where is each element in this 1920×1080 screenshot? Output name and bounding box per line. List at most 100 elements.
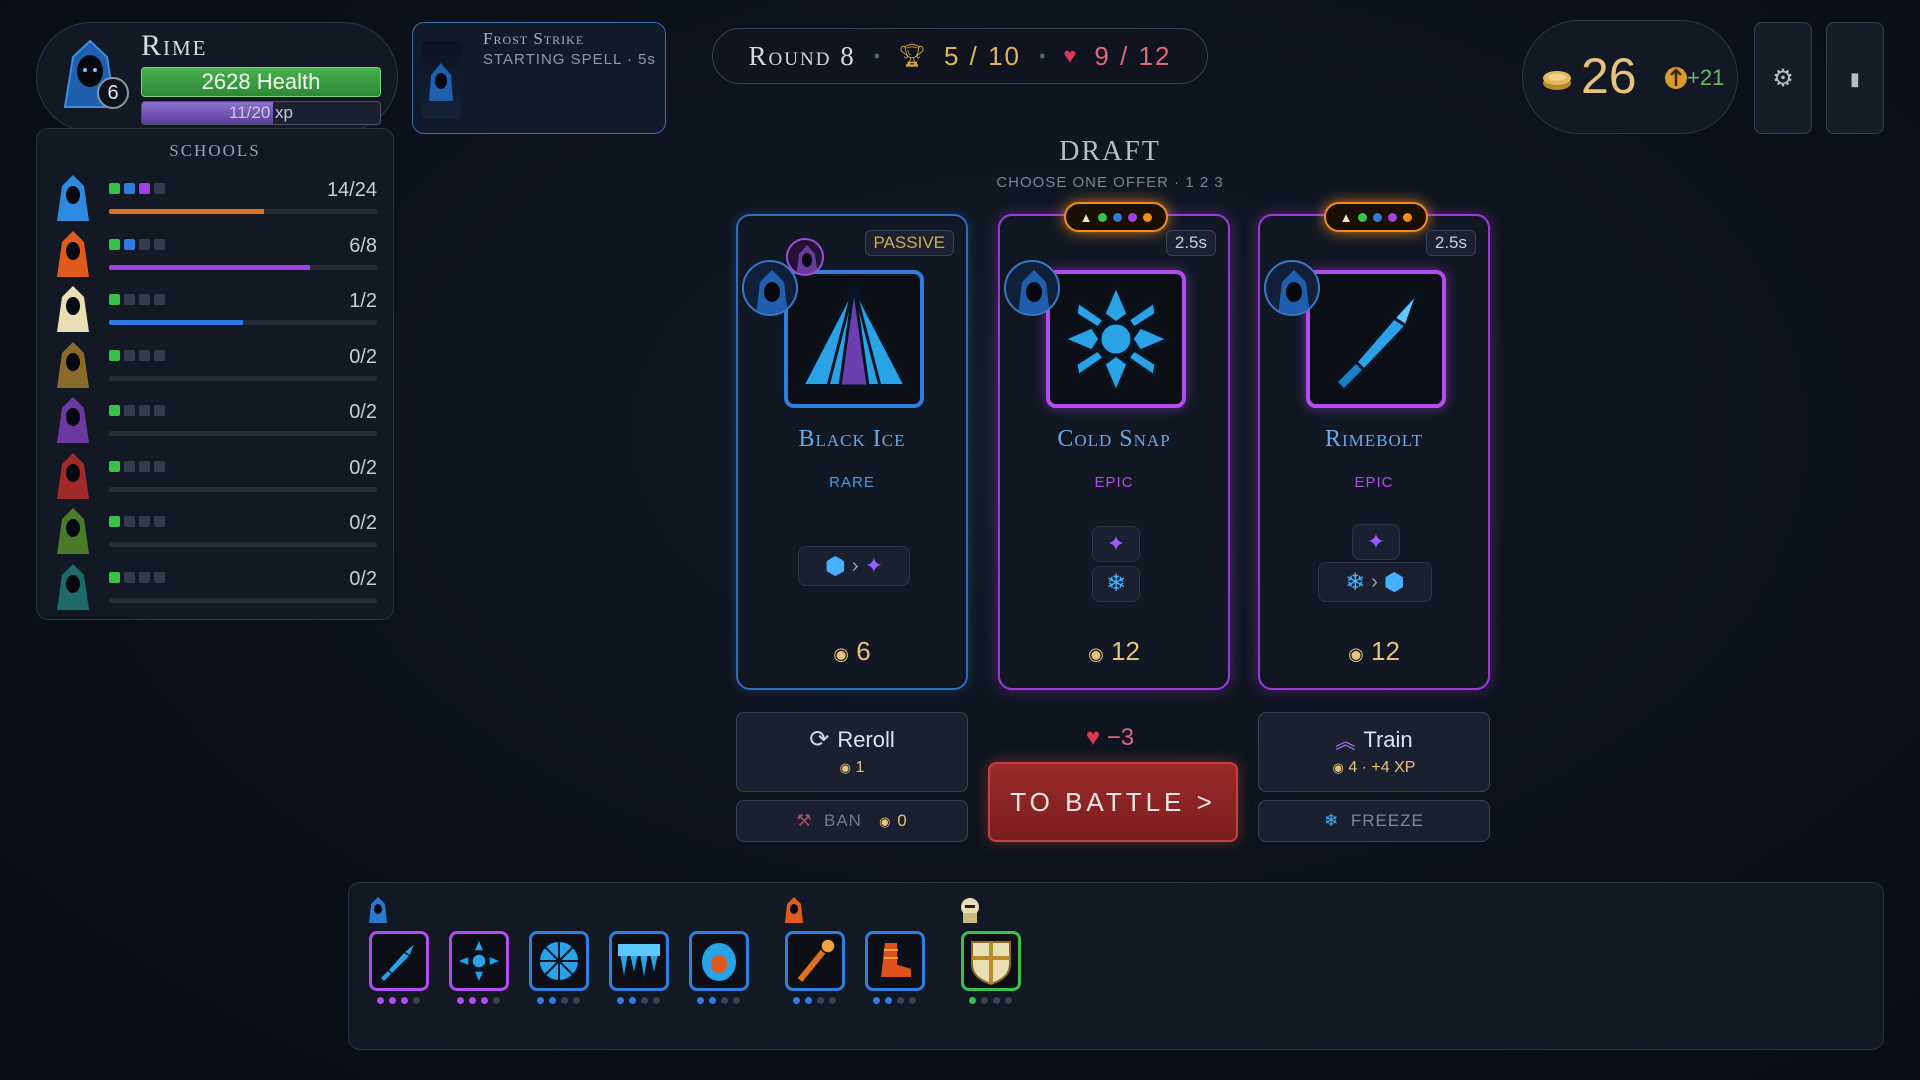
codex-button[interactable]: ▮ bbox=[1826, 22, 1884, 134]
xp-label: 11/20 xp bbox=[229, 103, 293, 122]
gold-coins-icon: ◉ bbox=[839, 760, 851, 775]
slot-level-pips bbox=[873, 997, 916, 1004]
player-level-badge: 6 bbox=[97, 77, 129, 109]
draft-card-cold-snap[interactable]: ▲ 2.5s Cold Snap EPIC ✦ ❄ ◉ 12 bbox=[998, 202, 1230, 690]
school-progress-bar bbox=[109, 431, 377, 436]
train-button[interactable]: ︽ Train ◉ 4 · +4 XP bbox=[1258, 712, 1490, 792]
school-icon bbox=[57, 563, 89, 610]
school-row[interactable]: 0/2 bbox=[37, 395, 393, 451]
school-count: 0/2 bbox=[349, 345, 377, 368]
gold-panel: 26 +21 bbox=[1522, 20, 1738, 134]
reroll-label: Reroll bbox=[837, 726, 895, 752]
inventory-slot-fire-boots[interactable] bbox=[865, 931, 925, 991]
health-bar: 2628 Health bbox=[141, 67, 381, 97]
card-keyword: ✦ bbox=[1352, 524, 1400, 560]
school-row[interactable]: 0/2 bbox=[37, 340, 393, 396]
starting-spell-card[interactable]: Frost Strike STARTING SPELL · 5s bbox=[412, 22, 666, 134]
inventory-slot-fire-staff[interactable] bbox=[785, 931, 845, 991]
card-cost: ◉ 12 bbox=[1000, 636, 1228, 667]
card-cost-value: 12 bbox=[1371, 636, 1400, 666]
card-rarity: RARE bbox=[829, 474, 875, 491]
inventory-slot-icicle-wall[interactable] bbox=[609, 931, 669, 991]
school-tier-pips bbox=[109, 349, 165, 361]
inventory-slot-frozen-egg[interactable] bbox=[689, 931, 749, 991]
to-battle-button[interactable]: TO BATTLE > bbox=[988, 762, 1238, 842]
sparkle-icon: ✦ bbox=[1106, 531, 1126, 556]
draft-card-rimebolt[interactable]: ▲ 2.5s Rimebolt EPIC ✦ ❄ › ⬢ ◉ 12 bbox=[1258, 202, 1490, 690]
train-cost-value: 4 · +4 XP bbox=[1348, 759, 1416, 776]
school-icon bbox=[57, 341, 89, 388]
inventory-slot-holy-shield[interactable] bbox=[961, 931, 1021, 991]
cube-icon: ⬢ bbox=[824, 552, 846, 580]
inventory-slot-cold-snap[interactable] bbox=[449, 931, 509, 991]
arrow-icon: › bbox=[1371, 570, 1378, 593]
card-synergy: ⬢ › ✦ bbox=[798, 546, 910, 586]
school-row[interactable]: 14/24 bbox=[37, 173, 393, 229]
school-count: 0/2 bbox=[349, 401, 377, 423]
school-row[interactable]: 1/2 bbox=[37, 284, 393, 340]
card-rarity: EPIC bbox=[1094, 474, 1134, 491]
school-progress-bar bbox=[109, 375, 377, 381]
ice-school-icon bbox=[369, 897, 387, 923]
school-progress-bar bbox=[109, 320, 377, 325]
ban-label: BAN bbox=[824, 811, 862, 830]
inventory-slot-rimebolt[interactable] bbox=[369, 931, 429, 991]
frozen-egg-icon bbox=[700, 941, 738, 983]
shadow-school-icon bbox=[786, 238, 824, 276]
frost-strike-icon bbox=[421, 41, 461, 119]
icicle-wall-icon bbox=[618, 944, 660, 981]
school-count: 0/2 bbox=[349, 567, 377, 590]
slot-level-pips bbox=[377, 997, 420, 1004]
income-icon bbox=[1665, 67, 1687, 89]
starting-spell-subtitle: STARTING SPELL · 5s bbox=[483, 51, 656, 68]
school-row[interactable]: 0/2 bbox=[37, 451, 393, 507]
school-progress-bar bbox=[109, 486, 377, 492]
slot-level-pips bbox=[617, 997, 660, 1004]
gold-coins-icon: ◉ bbox=[1088, 644, 1104, 664]
heart-icon: ♥ bbox=[1063, 43, 1077, 68]
card-keyword: ❄ bbox=[1092, 566, 1140, 602]
school-row[interactable]: 0/2 bbox=[37, 506, 393, 562]
arrow-icon: › bbox=[851, 554, 859, 577]
school-count: 14/24 bbox=[326, 179, 377, 201]
train-cost: ◉ 4 · +4 XP bbox=[1259, 759, 1489, 777]
school-row[interactable]: 0/2 bbox=[37, 562, 393, 618]
freeze-button[interactable]: ❄ FREEZE bbox=[1258, 800, 1490, 842]
separator-dot: • bbox=[873, 45, 881, 66]
reroll-main: ⟳ Reroll bbox=[737, 725, 967, 754]
school-icon bbox=[57, 230, 89, 277]
battle-cost-value: −3 bbox=[1106, 724, 1135, 751]
school-icon bbox=[57, 508, 89, 554]
school-tier-pips bbox=[109, 183, 165, 194]
slot-level-pips bbox=[969, 997, 1012, 1004]
card-cost-value: 6 bbox=[856, 636, 871, 666]
card-cost-value: 12 bbox=[1111, 636, 1140, 666]
school-tier-pips bbox=[109, 238, 165, 250]
inventory-slot-frost-wheel[interactable] bbox=[529, 931, 589, 991]
gear-icon: ⚙ bbox=[1772, 65, 1794, 92]
reroll-cost-value: 1 bbox=[855, 759, 865, 776]
settings-button[interactable]: ⚙ bbox=[1754, 22, 1812, 134]
slot-level-pips bbox=[457, 997, 500, 1004]
triangle-icon: ▲ bbox=[1079, 209, 1093, 225]
wins-count: 5 / 10 bbox=[943, 40, 1022, 71]
reroll-button[interactable]: ⟳ Reroll ◉ 1 bbox=[736, 712, 968, 792]
book-icon: ▮ bbox=[1850, 69, 1860, 89]
draft-card-black-ice[interactable]: PASSIVE Black Ice RARE ⬢ › ✦ ◉ 6 bbox=[736, 214, 968, 690]
schools-panel: SCHOOLS 14/24 6/8 1/2 0/2 0/2 0/2 0/2 0/2 bbox=[36, 128, 394, 620]
snowflake-icon: ❄ bbox=[1105, 570, 1127, 597]
battle-life-cost: ♥ −3 bbox=[1010, 724, 1210, 752]
card-name: Cold Snap bbox=[1057, 426, 1171, 452]
ban-button[interactable]: ⚒ BAN ◉ 0 bbox=[736, 800, 968, 842]
gold-coins-icon bbox=[1543, 71, 1571, 90]
draft-subtitle: CHOOSE ONE OFFER · 1 2 3 bbox=[996, 174, 1224, 191]
school-tier-pips bbox=[109, 516, 165, 527]
lives-count: 9 / 12 bbox=[1094, 40, 1172, 71]
card-name: Rimebolt bbox=[1325, 426, 1423, 452]
school-row[interactable]: 6/8 bbox=[37, 229, 393, 285]
round-status-bar: Round 8 • 🏆︎ 5 / 10 • ♥ 9 / 12 bbox=[712, 28, 1208, 84]
player-name: Rime bbox=[141, 29, 208, 62]
round-label: Round 8 bbox=[748, 40, 856, 71]
snowflake-icon: ❄ bbox=[1324, 811, 1340, 830]
school-icon bbox=[57, 175, 89, 221]
